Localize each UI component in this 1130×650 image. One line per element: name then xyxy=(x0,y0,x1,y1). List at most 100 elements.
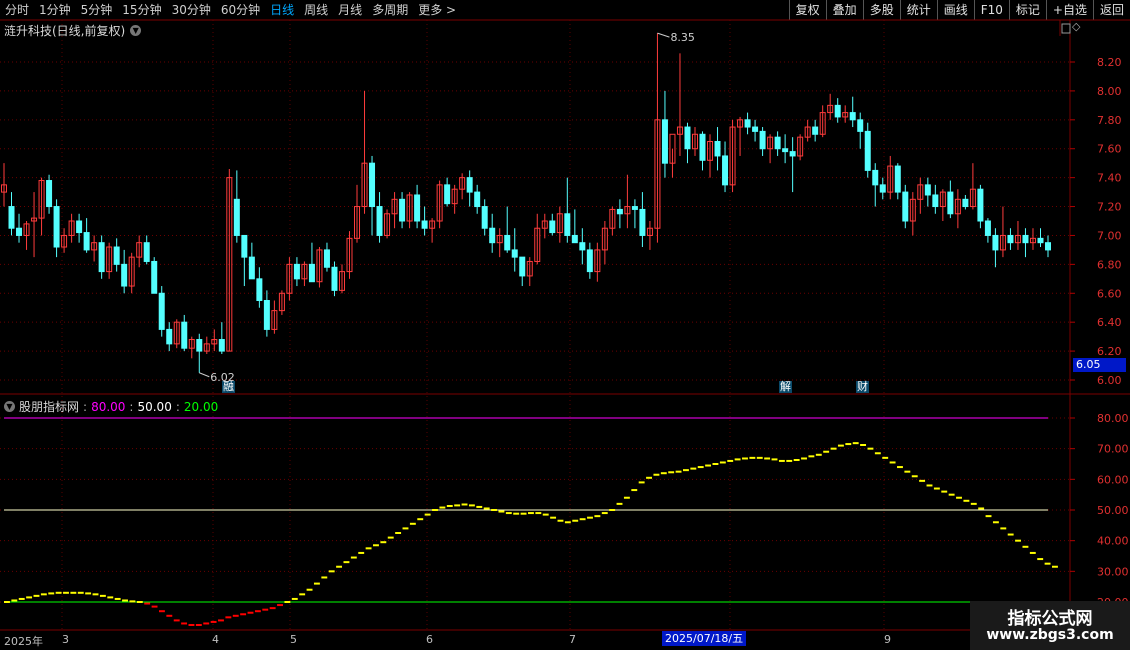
kline-chart[interactable]: 8.20 8.00 7.80 7.60 7.40 7.20 7.00 6.80 6.60 6.40… xyxy=(0,0,1130,650)
candle-body xyxy=(158,292,165,330)
candle-body xyxy=(872,169,879,186)
price-tick-label: 7.60 xyxy=(1097,143,1122,156)
price-tick-label: 7.20 xyxy=(1097,201,1122,214)
price-tick-label: 8.00 xyxy=(1097,85,1122,98)
candle-body xyxy=(759,130,766,150)
candle-body xyxy=(241,234,248,258)
candle-body xyxy=(308,263,315,283)
candle-body xyxy=(369,162,376,208)
candle-body xyxy=(83,232,90,251)
candle-body xyxy=(166,328,173,345)
candle-body xyxy=(376,206,383,236)
event-badge[interactable]: 解 xyxy=(779,381,792,393)
high-pointer xyxy=(657,32,670,38)
ind-tick-label: 80.00 xyxy=(1097,412,1129,425)
chevron-down-icon[interactable]: ▼ xyxy=(4,401,15,412)
event-badge[interactable]: 融 xyxy=(222,381,235,393)
candle-body xyxy=(181,321,188,349)
candle-body xyxy=(661,119,668,164)
candle-body xyxy=(331,266,338,291)
candle-body xyxy=(76,220,83,234)
indicator-v2: 50.00 xyxy=(137,399,172,414)
candle-body xyxy=(1007,234,1014,244)
price-tick-label: 8.20 xyxy=(1097,56,1122,69)
diamond-icon: ◇ xyxy=(1072,20,1081,33)
ind-tick-label: 70.00 xyxy=(1097,443,1129,456)
high-label: 8.35 xyxy=(670,31,695,44)
candle-body xyxy=(421,220,428,229)
candle-body xyxy=(902,191,909,222)
candle-body xyxy=(466,177,473,193)
candle-body xyxy=(53,206,60,248)
candle-body xyxy=(248,256,255,280)
candle-body xyxy=(699,133,706,161)
candle-body xyxy=(782,148,789,153)
candle-body xyxy=(571,234,578,244)
event-badge[interactable]: 财 xyxy=(856,381,869,393)
candle-body xyxy=(789,151,796,157)
candle-body xyxy=(984,220,991,236)
candle-body xyxy=(894,165,901,193)
candle-body xyxy=(263,300,270,330)
price-tick-label: 6.00 xyxy=(1097,374,1122,387)
candle-body xyxy=(98,242,105,273)
candle-body xyxy=(444,184,451,205)
selected-date: 2025/07/18/五 xyxy=(662,631,747,646)
chevron-down-icon[interactable]: ▼ xyxy=(130,25,142,36)
candle-body xyxy=(399,198,406,222)
ind-tick-label: 30.00 xyxy=(1097,565,1129,578)
candle-body xyxy=(564,213,571,236)
watermark-title: 指标公式网 xyxy=(1007,609,1093,629)
candle-body xyxy=(849,112,856,121)
price-tick-label: 7.40 xyxy=(1097,172,1122,185)
ind-tick-label: 40.00 xyxy=(1097,535,1129,548)
candle-body xyxy=(992,234,999,251)
candle-body xyxy=(1045,242,1051,251)
candle-body xyxy=(962,198,969,208)
price-tick-label: 6.60 xyxy=(1097,287,1122,300)
candle-body xyxy=(579,242,586,251)
candle-body xyxy=(113,246,120,265)
candle-body xyxy=(864,130,871,171)
candle-body xyxy=(879,184,886,193)
candle-body xyxy=(616,208,623,215)
candle-body xyxy=(293,263,300,280)
candle-body xyxy=(474,191,481,208)
candle-body xyxy=(519,256,526,277)
current-price-box: 6.05 xyxy=(1073,358,1126,372)
candle-body xyxy=(631,206,638,210)
candle-body xyxy=(323,249,330,268)
candle-body xyxy=(774,136,781,150)
watermark: 指标公式网 www.zbgs3.com xyxy=(970,601,1130,650)
price-tick-label: 6.80 xyxy=(1097,258,1122,271)
price-tick-label: 7.00 xyxy=(1097,229,1122,242)
ind-tick-label: 60.00 xyxy=(1097,473,1129,486)
time-label: 2025年 xyxy=(4,635,43,648)
candle-body xyxy=(744,119,751,128)
candle-body xyxy=(977,188,984,222)
candle-body xyxy=(218,339,225,352)
time-label: 4 xyxy=(212,633,219,646)
time-label: 5 xyxy=(290,633,297,646)
candle-body xyxy=(143,242,150,262)
candle-body xyxy=(1037,237,1044,244)
candle-body xyxy=(684,126,691,150)
candle-body xyxy=(924,184,931,196)
candle-body xyxy=(511,249,518,258)
candle-body xyxy=(722,155,729,186)
candle-body xyxy=(1022,234,1029,244)
indicator-v1: 80.00 xyxy=(91,399,126,414)
candle-body xyxy=(834,104,841,118)
stock-name: 涟升科技(日线,前复权) xyxy=(4,24,126,38)
price-tick-label: 6.40 xyxy=(1097,316,1122,329)
candle-body xyxy=(414,194,421,222)
candle-body xyxy=(151,260,158,294)
candle-body xyxy=(196,339,203,352)
candle-body xyxy=(504,234,511,251)
candle-body xyxy=(947,191,954,215)
candle-body xyxy=(16,227,23,236)
candle-body xyxy=(46,180,53,208)
time-label: 7 xyxy=(569,633,576,646)
candle-body xyxy=(121,263,128,287)
indicator-title: ▼ 股朋指标网 :80.00 :50.00 :20.00 xyxy=(4,398,218,415)
